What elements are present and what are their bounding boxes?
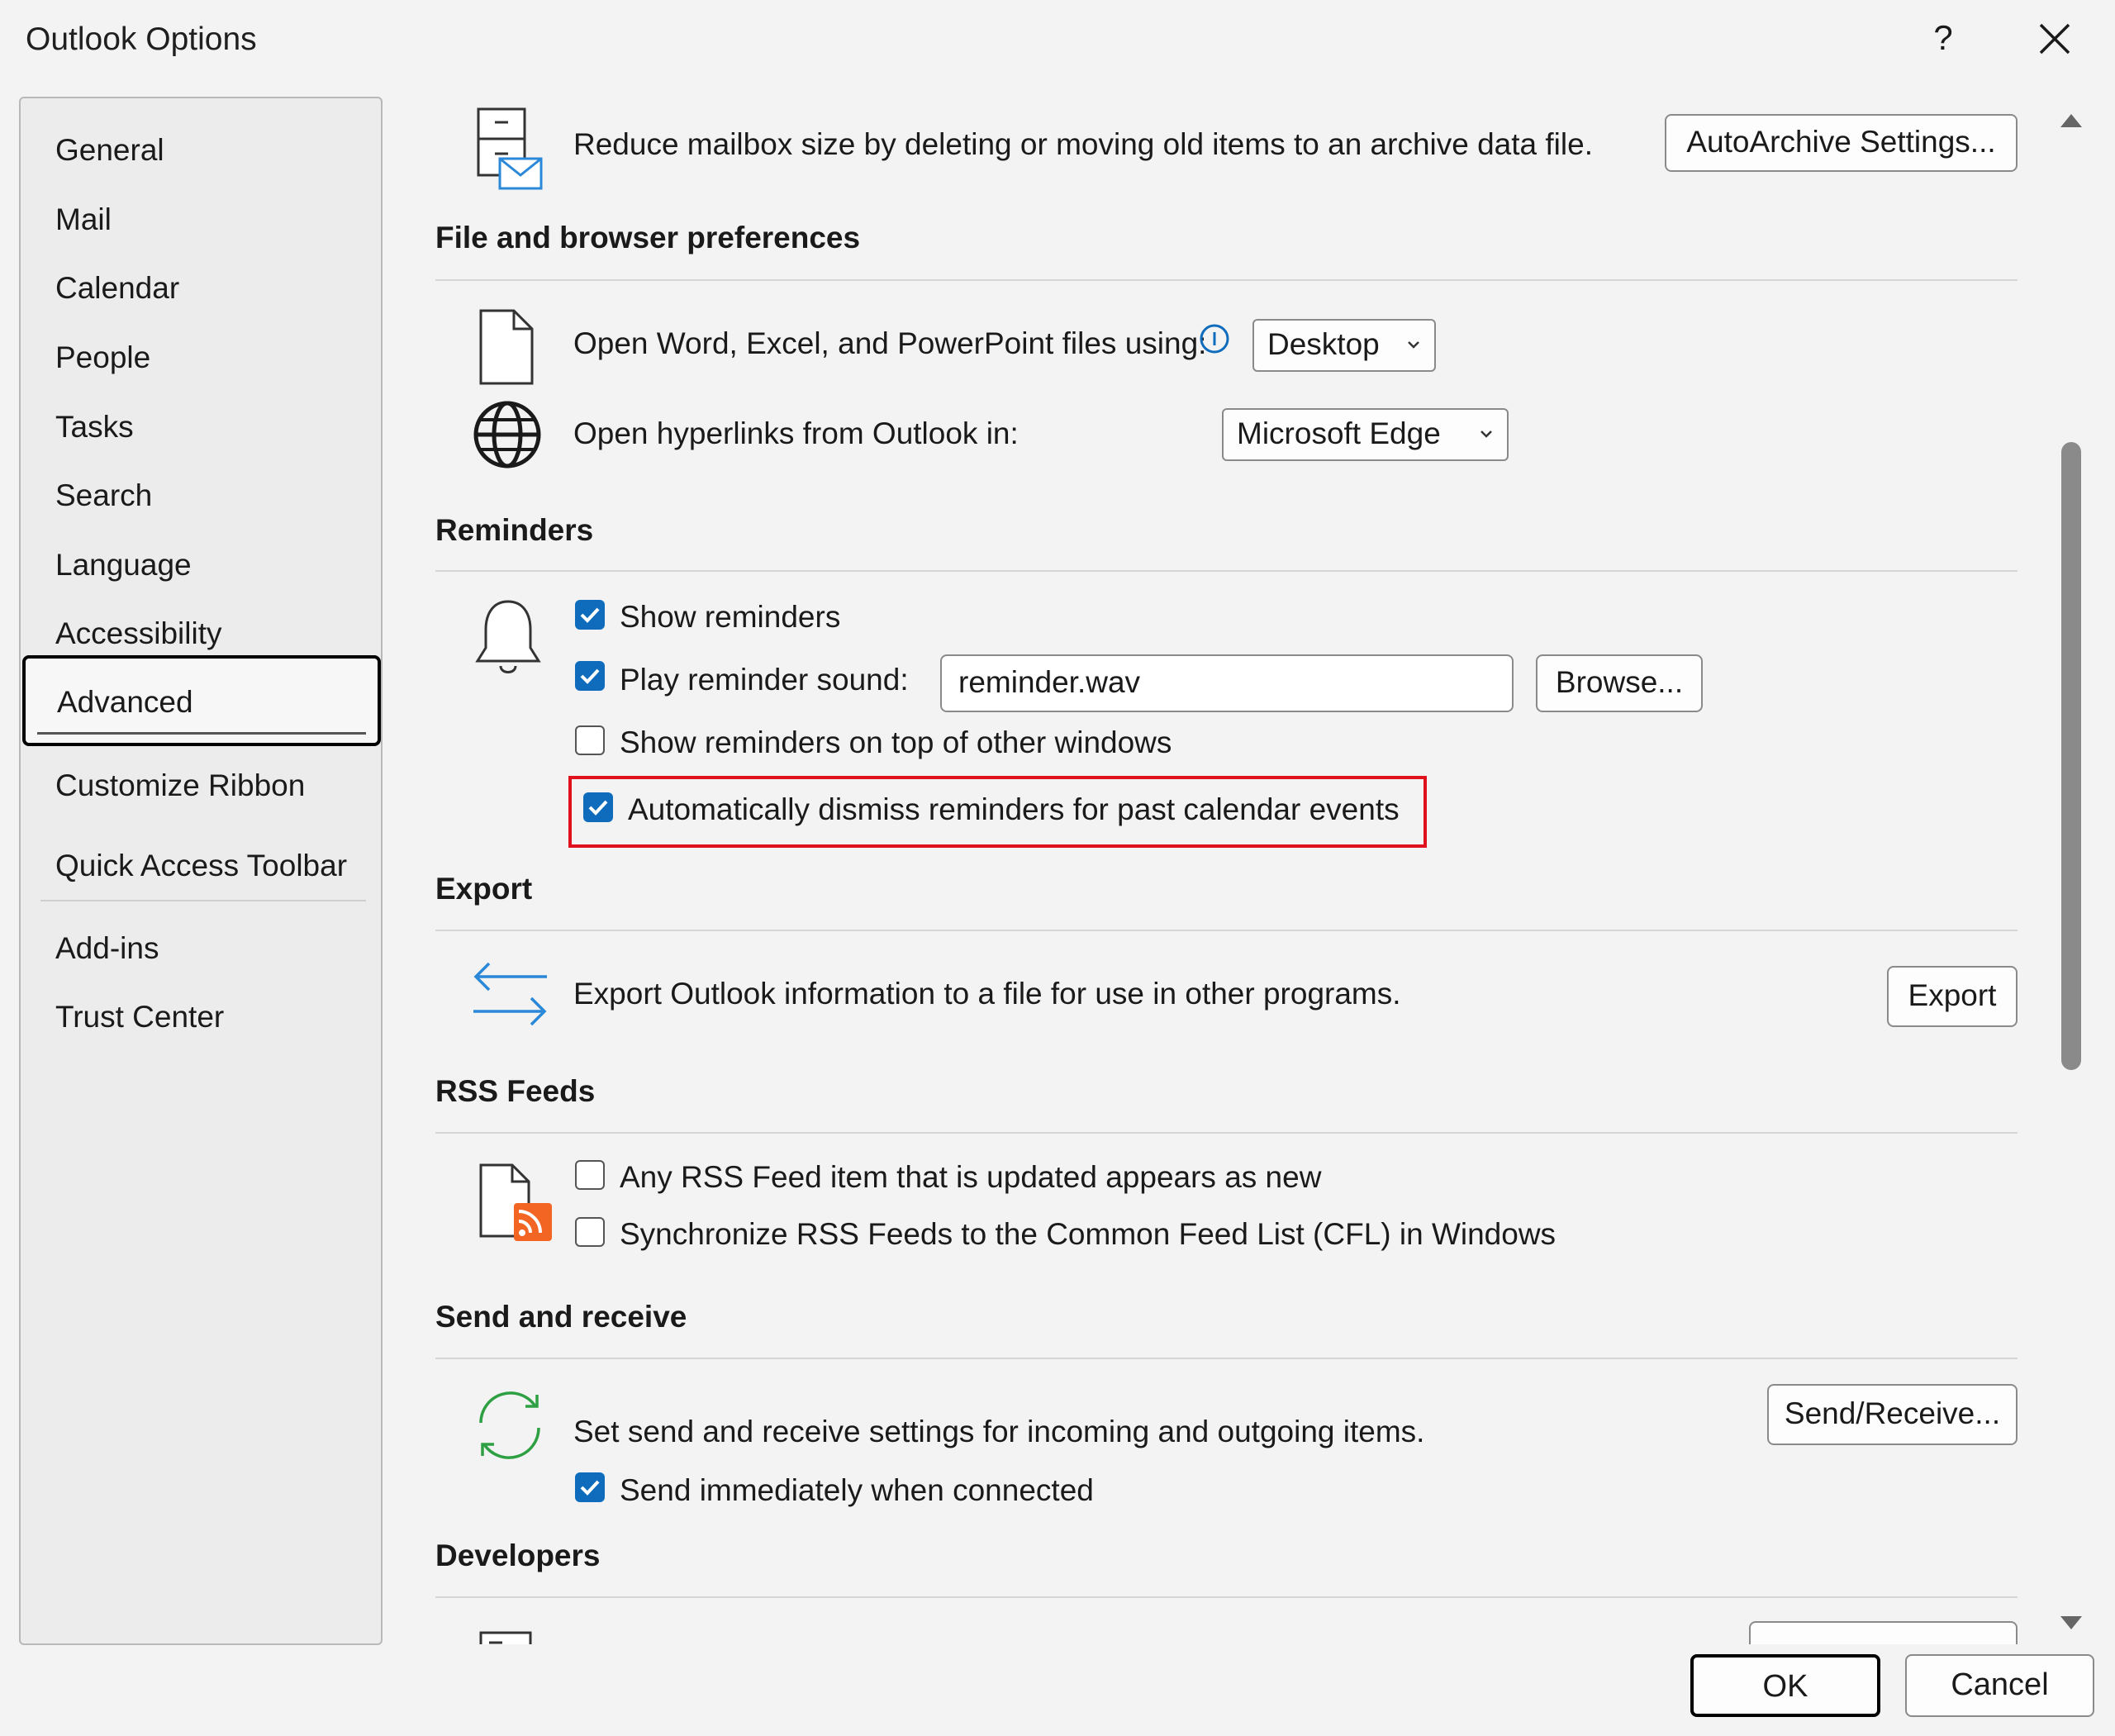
send-receive-button[interactable]: Send/Receive... xyxy=(1767,1384,2018,1445)
play-sound-checkbox[interactable] xyxy=(575,661,605,691)
open-files-dropdown[interactable]: Desktop xyxy=(1252,319,1436,372)
info-icon[interactable] xyxy=(1198,322,1231,355)
auto-dismiss-label[interactable]: Automatically dismiss reminders for past… xyxy=(628,792,1400,827)
export-button[interactable]: Export xyxy=(1887,966,2018,1027)
scroll-up-icon[interactable] xyxy=(2057,107,2085,132)
sidebar-item-general[interactable]: General xyxy=(55,133,164,168)
on-top-checkbox[interactable] xyxy=(575,725,605,755)
archive-icon xyxy=(477,107,543,190)
sidebar-item-add-ins[interactable]: Add-ins xyxy=(55,931,159,966)
send-receive-heading: Send and receive xyxy=(435,1300,687,1334)
developers-heading: Developers xyxy=(435,1539,601,1572)
section-divider xyxy=(435,1358,2018,1359)
checkmark-icon xyxy=(580,1480,600,1496)
open-files-label: Open Word, Excel, and PowerPoint files u… xyxy=(573,326,1207,360)
rss-updated-new-label[interactable]: Any RSS Feed item that is updated appear… xyxy=(620,1160,1321,1195)
section-divider xyxy=(435,279,2018,281)
rss-sync-cfl-checkbox[interactable] xyxy=(575,1217,605,1247)
browse-button[interactable]: Browse... xyxy=(1536,654,1703,712)
reminders-heading: Reminders xyxy=(435,513,594,547)
rss-heading: RSS Feeds xyxy=(435,1074,596,1108)
developer-form-icon xyxy=(479,1631,532,1644)
sync-icon xyxy=(479,1391,540,1459)
scroll-down-icon[interactable] xyxy=(2057,1611,2085,1636)
options-sidebar: General Mail Calendar People Tasks Searc… xyxy=(19,97,383,1645)
autoarchive-settings-button[interactable]: AutoArchive Settings... xyxy=(1665,114,2018,172)
bell-icon xyxy=(475,600,541,673)
scrollbar-thumb[interactable] xyxy=(2061,442,2081,1070)
sidebar-item-accessibility[interactable]: Accessibility xyxy=(55,616,222,651)
help-button[interactable]: ? xyxy=(1918,12,1968,64)
show-reminders-checkbox[interactable] xyxy=(575,600,605,630)
sidebar-item-trust-center[interactable]: Trust Center xyxy=(55,1000,224,1034)
sidebar-item-label: Advanced xyxy=(57,685,193,719)
sidebar-item-quick-access-toolbar[interactable]: Quick Access Toolbar xyxy=(55,849,347,883)
sidebar-item-calendar[interactable]: Calendar xyxy=(55,271,179,306)
cancel-button[interactable]: Cancel xyxy=(1905,1654,2094,1717)
section-divider xyxy=(435,930,2018,931)
options-content: Reduce mailbox size by deleting or movin… xyxy=(405,91,2049,1644)
sidebar-item-search[interactable]: Search xyxy=(55,478,152,513)
checkmark-icon xyxy=(580,607,600,623)
checkmark-icon xyxy=(588,800,608,816)
section-divider xyxy=(435,1596,2018,1598)
document-icon xyxy=(479,309,534,385)
rss-feed-icon xyxy=(479,1163,552,1241)
hyperlinks-value: Microsoft Edge xyxy=(1237,416,1441,450)
reminder-sound-field[interactable]: reminder.wav xyxy=(940,654,1514,712)
sidebar-item-mail[interactable]: Mail xyxy=(55,202,112,237)
export-arrows-icon xyxy=(473,962,547,1026)
checkmark-icon xyxy=(580,668,600,684)
globe-icon xyxy=(473,401,541,468)
send-immediately-checkbox[interactable] xyxy=(575,1472,605,1502)
custom-forms-button[interactable] xyxy=(1749,1621,2018,1644)
auto-dismiss-checkbox[interactable] xyxy=(583,792,613,822)
hyperlinks-dropdown[interactable]: Microsoft Edge xyxy=(1222,408,1509,461)
close-icon xyxy=(2039,23,2070,55)
section-divider xyxy=(435,570,2018,572)
file-browser-heading: File and browser preferences xyxy=(435,221,861,254)
send-receive-description: Set send and receive settings for incomi… xyxy=(573,1415,1425,1448)
sidebar-divider xyxy=(40,900,366,901)
sidebar-item-customize-ribbon[interactable]: Customize Ribbon xyxy=(55,768,305,803)
sidebar-item-language[interactable]: Language xyxy=(55,548,192,583)
chevron-down-icon xyxy=(1408,341,1419,349)
send-immediately-label[interactable]: Send immediately when connected xyxy=(620,1473,1094,1508)
section-divider xyxy=(435,1132,2018,1134)
rss-updated-new-checkbox[interactable] xyxy=(575,1160,605,1190)
chevron-down-icon xyxy=(1480,430,1492,438)
sidebar-item-tasks[interactable]: Tasks xyxy=(55,410,134,445)
ok-button[interactable]: OK xyxy=(1690,1654,1880,1717)
show-reminders-label[interactable]: Show reminders xyxy=(620,600,840,635)
export-heading: Export xyxy=(435,872,533,906)
on-top-label[interactable]: Show reminders on top of other windows xyxy=(620,725,1172,760)
sidebar-item-people[interactable]: People xyxy=(55,340,150,375)
rss-sync-cfl-label[interactable]: Synchronize RSS Feeds to the Common Feed… xyxy=(620,1217,1556,1252)
archive-description: Reduce mailbox size by deleting or movin… xyxy=(573,127,1593,161)
close-button[interactable] xyxy=(2026,10,2084,68)
title-bar: Outlook Options ? xyxy=(0,0,2115,83)
hyperlinks-label: Open hyperlinks from Outlook in: xyxy=(573,416,1019,450)
sidebar-item-advanced[interactable]: Advanced xyxy=(22,655,381,746)
play-sound-label[interactable]: Play reminder sound: xyxy=(620,663,909,697)
open-files-value: Desktop xyxy=(1267,327,1380,361)
export-description: Export Outlook information to a file for… xyxy=(573,977,1401,1011)
window-title: Outlook Options xyxy=(26,21,257,57)
